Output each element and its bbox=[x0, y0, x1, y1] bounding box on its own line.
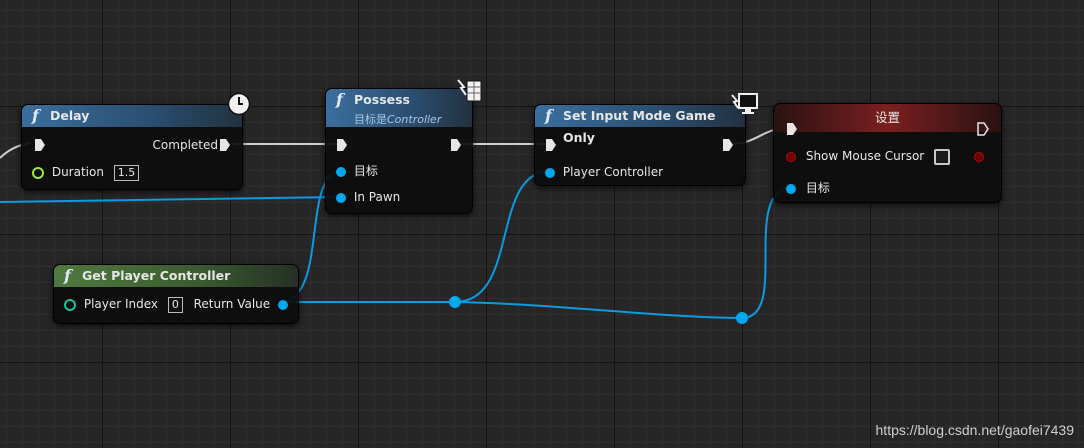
possess-target-row: 目标 bbox=[336, 163, 378, 179]
show-cursor-out-row bbox=[974, 148, 984, 164]
return-value-row: Return Value bbox=[194, 296, 288, 312]
function-icon: f bbox=[64, 266, 71, 285]
show-cursor-checkbox[interactable] bbox=[934, 148, 951, 165]
player-controller-label: Player Controller bbox=[562, 165, 664, 179]
reroute-knot-2[interactable] bbox=[736, 312, 748, 324]
possess-node-header[interactable]: f Possess 目标是Controller bbox=[326, 89, 472, 127]
possess-title: Possess bbox=[354, 92, 410, 107]
delay-completed-label: Completed bbox=[152, 138, 218, 152]
return-value-label: Return Value bbox=[193, 297, 271, 311]
player-controller-row: Player Controller bbox=[545, 164, 663, 180]
set-variable-target-row: 目标 bbox=[786, 180, 830, 196]
get-player-controller-node[interactable]: f Get Player Controller Player Index 0 R… bbox=[53, 264, 299, 324]
return-value-pin[interactable] bbox=[278, 299, 288, 310]
delay-duration-row: Duration 1.5 bbox=[32, 164, 140, 181]
delay-completed-row: Completed bbox=[153, 137, 218, 153]
player-index-pin[interactable] bbox=[64, 298, 76, 311]
function-icon: f bbox=[32, 106, 39, 125]
show-cursor-row: Show Mouse Cursor bbox=[786, 148, 951, 165]
player-index-input[interactable]: 0 bbox=[167, 297, 183, 313]
delay-node-header[interactable]: f Delay bbox=[22, 105, 242, 127]
set-variable-target-pin[interactable] bbox=[786, 183, 796, 194]
player-index-row: Player Index 0 bbox=[64, 296, 183, 313]
possess-subtitle: 目标是Controller bbox=[354, 109, 441, 131]
possess-inpawn-label: In Pawn bbox=[353, 190, 401, 204]
possess-inpawn-row: In Pawn bbox=[336, 189, 400, 205]
show-cursor-out-pin[interactable] bbox=[974, 151, 984, 162]
delay-node[interactable]: f Delay Completed Duration 1.5 bbox=[21, 92, 251, 190]
controller-wire-main bbox=[279, 301, 743, 319]
duration-pin[interactable] bbox=[32, 166, 44, 179]
set-input-mode-node[interactable]: f Set Input Mode Game Only Player Contro… bbox=[534, 93, 758, 186]
watermark: https://blog.csdn.net/gaofei7439 bbox=[875, 422, 1074, 438]
set-variable-target-label: 目标 bbox=[805, 181, 830, 195]
player-controller-pin[interactable] bbox=[545, 167, 555, 178]
clock-icon bbox=[227, 92, 251, 116]
set-variable-title: 设置 bbox=[874, 110, 900, 125]
possess-subtitle-prefix: 目标是 bbox=[354, 113, 387, 126]
wire-layer bbox=[0, 127, 793, 324]
get-player-controller-header[interactable]: f Get Player Controller bbox=[54, 265, 298, 287]
get-player-controller-title: Get Player Controller bbox=[82, 268, 231, 283]
set-variable-header[interactable]: 设置 bbox=[774, 104, 1001, 132]
function-icon: f bbox=[545, 106, 552, 125]
set-input-mode-header[interactable]: f Set Input Mode Game Only bbox=[535, 105, 745, 145]
controller-wire-to-setvar bbox=[741, 186, 793, 319]
show-cursor-label: Show Mouse Cursor bbox=[805, 149, 925, 163]
pawn-wire bbox=[0, 196, 343, 203]
possess-node[interactable]: f Possess 目标是Controller 目标 In Pawn bbox=[325, 79, 482, 214]
possess-inpawn-pin[interactable] bbox=[336, 192, 346, 203]
set-input-mode-title: Set Input Mode Game Only bbox=[563, 108, 716, 145]
show-cursor-pin[interactable] bbox=[786, 151, 796, 162]
set-variable-node[interactable]: 设置 Show Mouse Cursor 目标 bbox=[773, 103, 1002, 203]
possess-target-pin[interactable] bbox=[336, 166, 346, 177]
server-only-icon bbox=[457, 79, 482, 102]
delay-title: Delay bbox=[50, 108, 90, 123]
player-index-label: Player Index bbox=[83, 297, 159, 311]
duration-label: Duration bbox=[51, 165, 104, 179]
possess-target-label: 目标 bbox=[353, 164, 378, 178]
reroute-knot-1[interactable] bbox=[449, 296, 461, 308]
client-monitor-icon bbox=[731, 93, 758, 114]
possess-subtitle-target: Controller bbox=[387, 113, 442, 126]
duration-input[interactable]: 1.5 bbox=[113, 165, 140, 181]
function-icon: f bbox=[336, 90, 343, 109]
